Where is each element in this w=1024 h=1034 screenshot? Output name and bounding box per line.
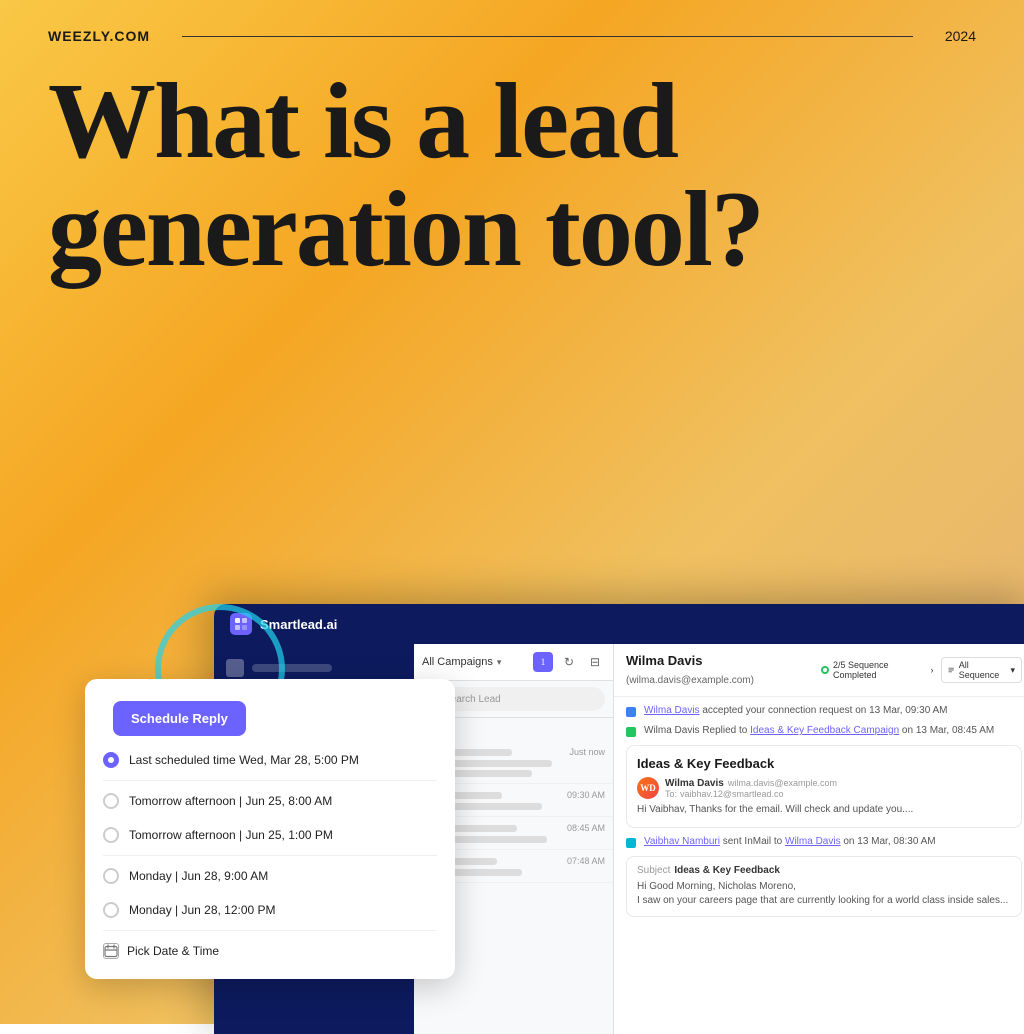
activity-item-2: Wilma Davis Replied to Ideas & Key Feedb… (626, 725, 1022, 737)
contact-email: (wilma.davis@example.com) (626, 675, 754, 686)
radio-option-2[interactable] (103, 793, 119, 809)
email-card-1: Ideas & Key Feedback WD Wilma Davis wilm… (626, 745, 1022, 828)
email-to-row: To: vaibhav.12@smartlead.co (665, 789, 837, 799)
schedule-option-3[interactable]: Tomorrow afternoon | Jun 25, 1:00 PM (99, 819, 441, 851)
year-label: 2024 (945, 28, 976, 44)
brand-label: WEEZLY.COM (48, 28, 150, 44)
activity-text-2: Wilma Davis Replied to Ideas & Key Feedb… (644, 725, 994, 736)
lead-time-3: 08:45 AM (567, 823, 605, 833)
email-thread: Wilma Davis accepted your connection req… (614, 697, 1024, 1034)
radio-inner-1 (108, 757, 114, 763)
refresh-icon[interactable]: ↻ (559, 652, 579, 672)
divider-2 (103, 855, 437, 856)
schedule-reply-overlay: Schedule Reply Last scheduled time Wed, … (85, 679, 455, 979)
radio-option-3[interactable] (103, 827, 119, 843)
schedule-option-5[interactable]: Monday | Jun 28, 12:00 PM (99, 894, 441, 926)
radio-option-4[interactable] (103, 868, 119, 884)
content-panel: Wilma Davis (wilma.davis@example.com) 2/… (614, 644, 1024, 1034)
funnel-icon[interactable]: ⊟ (585, 652, 605, 672)
all-seq-chevron: ▾ (1010, 665, 1015, 676)
email-sender-addr: wilma.davis@example.com (728, 778, 837, 788)
sender-avatar: WD (637, 777, 659, 799)
radio-option-5[interactable] (103, 902, 119, 918)
activity-link-wilma[interactable]: Wilma Davis (644, 705, 700, 716)
campaign-link[interactable]: Ideas & Key Feedback Campaign (750, 725, 899, 736)
filter-icons: 1 ↻ ⊟ (533, 652, 605, 672)
schedule-option-label-4: Monday | Jun 28, 9:00 AM (129, 869, 268, 883)
filter-bar: All Campaigns ▾ 1 ↻ ⊟ (414, 644, 613, 681)
email-sender-name: Wilma Davis (665, 778, 724, 789)
email-to-label: To: (665, 789, 677, 799)
schedule-option-label-5: Monday | Jun 28, 12:00 PM (129, 903, 276, 917)
lead-time-1: Just now (569, 747, 605, 757)
lead-time-4: 07:48 AM (567, 856, 605, 866)
email-to-addr: vaibhav.12@smartlead.co (680, 789, 784, 799)
sequence-text: 2/5 Sequence Completed (833, 660, 926, 680)
pick-date-row[interactable]: Pick Date & Time (99, 935, 441, 967)
hero-title: What is a lead generation tool? (0, 44, 1024, 284)
schedule-reply-button[interactable]: Schedule Reply (113, 701, 246, 736)
chevron-down-icon: ▾ (497, 657, 502, 668)
app-topbar: Smartlead.ai (214, 604, 1024, 644)
email-body-1: Hi Vaibhav, Thanks for the email. Will c… (637, 803, 1011, 817)
inmail-body: Hi Good Morning, Nicholas Moreno, I saw … (637, 880, 1011, 908)
filter-label[interactable]: All Campaigns (422, 656, 493, 668)
activity-dot-1 (626, 707, 636, 717)
pick-date-label: Pick Date & Time (127, 944, 219, 958)
page-background: WEEZLY.COM 2024 What is a lead generatio… (0, 0, 1024, 1024)
schedule-option-1[interactable]: Last scheduled time Wed, Mar 28, 5:00 PM (99, 744, 441, 776)
sequence-chevron: › (930, 665, 933, 675)
activity-item-3: Vaibhav Namburi sent InMail to Wilma Dav… (626, 836, 1022, 848)
email-meta: WD Wilma Davis wilma.davis@example.com T… (637, 777, 1011, 799)
calendar-icon (103, 943, 119, 959)
email-card-title: Ideas & Key Feedback (637, 756, 1011, 771)
header: WEEZLY.COM 2024 (0, 0, 1024, 44)
schedule-option-label-3: Tomorrow afternoon | Jun 25, 1:00 PM (129, 828, 333, 842)
all-sequence-label: All Sequence (959, 660, 1008, 680)
radio-option-1[interactable] (103, 752, 119, 768)
wilma-link-2[interactable]: Wilma Davis (785, 836, 841, 847)
schedule-option-label-1: Last scheduled time Wed, Mar 28, 5:00 PM (129, 753, 359, 767)
lead-time-2: 09:30 AM (567, 790, 605, 800)
divider-3 (103, 930, 437, 931)
all-sequence-button[interactable]: All Sequence ▾ (941, 657, 1022, 683)
inmail-card: Subject Ideas & Key Feedback Hi Good Mor… (626, 856, 1022, 917)
sequence-badge[interactable]: 2/5 Sequence Completed › (821, 660, 933, 680)
subject-label: Subject (637, 865, 670, 876)
activity-text-3: Vaibhav Namburi sent InMail to Wilma Dav… (644, 836, 936, 847)
sequence-progress-dot (821, 666, 829, 674)
filter-count-badge[interactable]: 1 (533, 652, 553, 672)
inmail-subject-row: Subject Ideas & Key Feedback (637, 865, 1011, 876)
contact-name: Wilma Davis (626, 653, 702, 668)
header-divider (182, 36, 913, 37)
divider-1 (103, 780, 437, 781)
inmail-subject: Ideas & Key Feedback (674, 865, 780, 876)
activity-item-1: Wilma Davis accepted your connection req… (626, 705, 1022, 717)
activity-dot-3 (626, 838, 636, 848)
activity-text-1: Wilma Davis accepted your connection req… (644, 705, 948, 716)
schedule-option-label-2: Tomorrow afternoon | Jun 25, 8:00 AM (129, 794, 332, 808)
activity-dot-2 (626, 727, 636, 737)
avatar-initials: WD (640, 783, 656, 793)
contact-header: Wilma Davis (wilma.davis@example.com) 2/… (614, 644, 1024, 697)
vaibhav-link[interactable]: Vaibhav Namburi (644, 836, 720, 847)
schedule-options-list: Last scheduled time Wed, Mar 28, 5:00 PM… (85, 740, 455, 979)
schedule-option-4[interactable]: Monday | Jun 28, 9:00 AM (99, 860, 441, 892)
schedule-option-2[interactable]: Tomorrow afternoon | Jun 25, 8:00 AM (99, 785, 441, 817)
